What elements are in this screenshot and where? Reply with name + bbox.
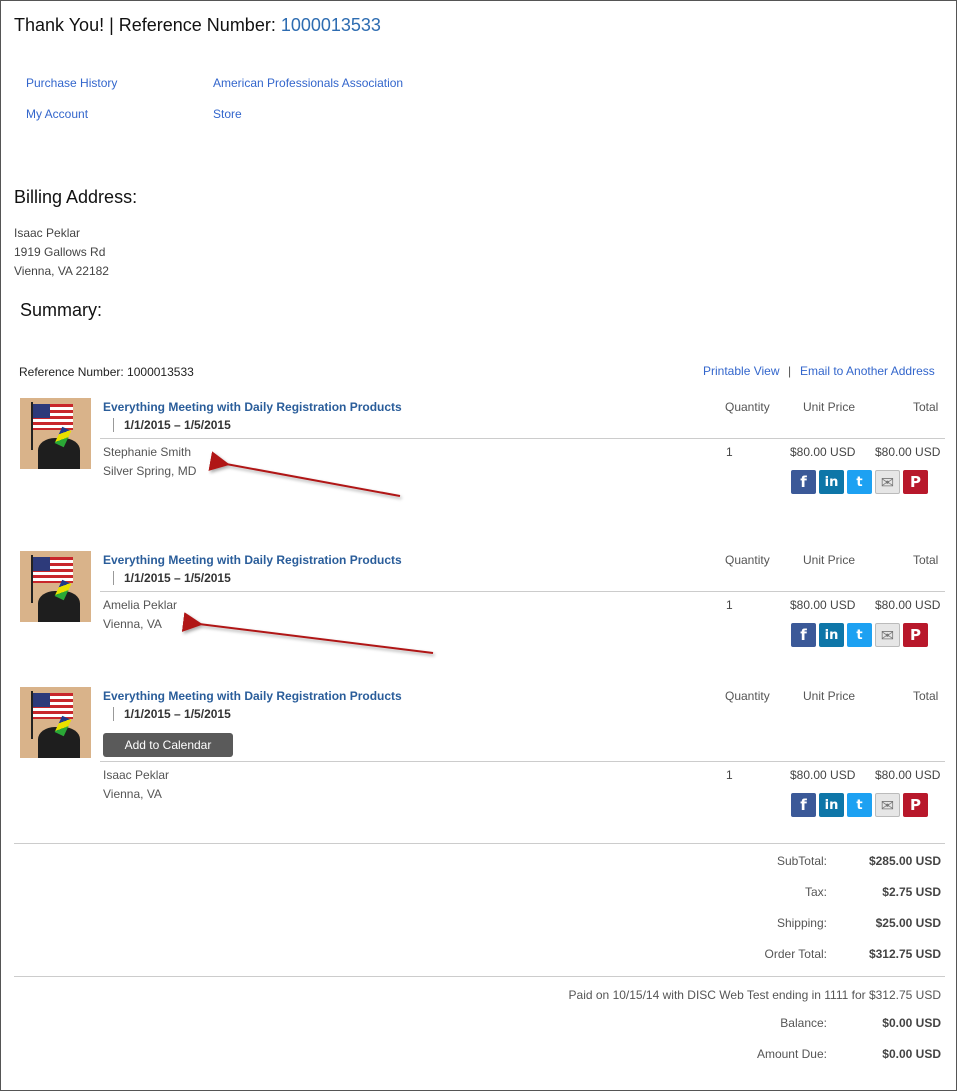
annotation-arrow xyxy=(181,612,434,654)
annotation-arrows xyxy=(181,451,434,654)
annotation-arrow xyxy=(208,451,401,497)
